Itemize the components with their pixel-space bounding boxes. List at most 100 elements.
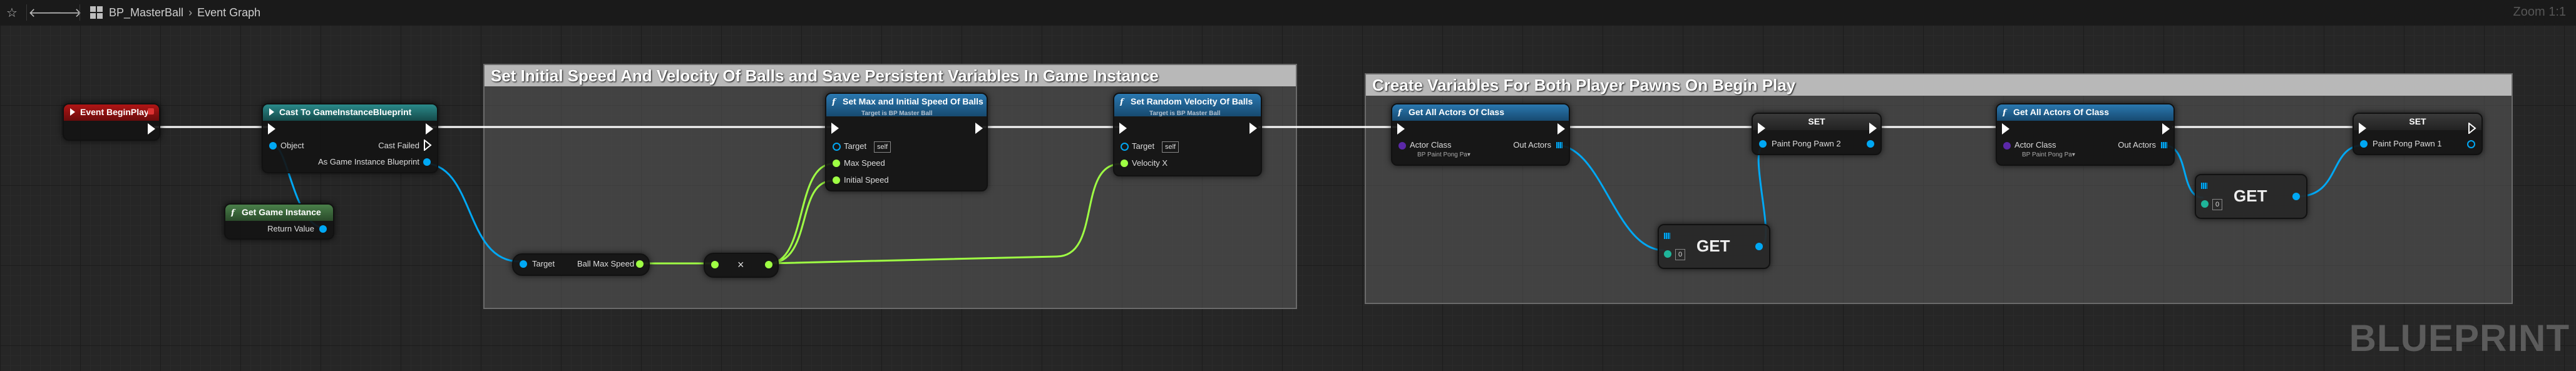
exec-out-pin[interactable] — [426, 123, 433, 135]
exec-out-pin[interactable] — [1557, 123, 1565, 135]
cast-icon — [269, 108, 274, 116]
actor-class-dropdown[interactable]: BP Paint Pong Pa▾ — [2022, 151, 2075, 158]
operator-label: × — [737, 258, 744, 271]
target-pin[interactable] — [833, 143, 841, 151]
exec-in-pin[interactable] — [1119, 123, 1127, 134]
node-title: SET — [1808, 116, 1825, 126]
index-value[interactable]: 0 — [1675, 249, 1686, 260]
index-pin[interactable] — [1664, 250, 1671, 258]
index-value[interactable]: 0 — [2212, 199, 2223, 210]
svg-text:f: f — [2002, 108, 2008, 116]
set-pawn2-node[interactable]: SET Paint Pong Pawn 2 — [1752, 113, 1882, 155]
pin-label: Max Speed — [844, 158, 885, 168]
exec-out-pin[interactable] — [2162, 123, 2170, 135]
pin-label: Object — [280, 141, 304, 150]
node-title: GET — [2234, 186, 2267, 205]
delegate-pin[interactable] — [148, 108, 154, 114]
get-game-instance-node[interactable]: f Get Game Instance Return Value — [224, 203, 334, 240]
target-pin[interactable] — [1121, 143, 1129, 151]
pawn-out-pin[interactable] — [2467, 140, 2475, 148]
float-wire — [768, 180, 833, 265]
self-value[interactable]: self — [1162, 141, 1179, 153]
svg-text:f: f — [1119, 98, 1125, 106]
pawn-in-pin[interactable] — [1759, 140, 1767, 148]
svg-text:f: f — [831, 98, 837, 106]
get-out-pin[interactable] — [1755, 243, 1763, 250]
node-title: GET — [1696, 236, 1730, 255]
pawn-out-pin[interactable] — [1867, 140, 1874, 148]
array-in-pin[interactable] — [1664, 233, 1670, 239]
get-all-actors-node-1[interactable]: f Get All Actors Of Class Actor Class BP… — [1391, 103, 1570, 166]
pawn-in-pin[interactable] — [2360, 140, 2368, 148]
pin-label: Out Actors — [1513, 140, 1551, 150]
blueprint-watermark: BLUEPRINT — [2349, 317, 2570, 359]
get-out-pin[interactable] — [2292, 193, 2300, 200]
pin-label: Cast Failed — [378, 141, 419, 150]
pin-label: Actor Class — [1410, 140, 1452, 150]
pin-label: Velocity X — [1132, 158, 1168, 168]
exec-out-pin[interactable] — [975, 123, 983, 134]
node-title: Get All Actors Of Class — [1409, 107, 1505, 117]
out-actors-array-pin[interactable] — [2161, 142, 2167, 148]
exec-in-pin[interactable] — [2359, 123, 2366, 134]
set-speed-node[interactable]: f Set Max and Initial Speed Of Balls Tar… — [825, 93, 988, 191]
set-velocity-node[interactable]: f Set Random Velocity Of Balls Target is… — [1113, 93, 1262, 176]
function-icon: f — [831, 98, 837, 106]
exec-out-pin[interactable] — [1869, 123, 1877, 134]
get-all-actors-node-2[interactable]: f Get All Actors Of Class Actor Class BP… — [1996, 103, 2175, 166]
exec-in-pin[interactable] — [831, 123, 839, 134]
actor-class-dropdown[interactable]: BP Paint Pong Pa▾ — [1417, 151, 1470, 158]
actor-class-pin[interactable] — [2003, 142, 2011, 150]
float-wire — [768, 163, 833, 265]
ball-max-speed-node[interactable]: Target Ball Max Speed — [512, 253, 650, 276]
function-icon: f — [2002, 108, 2008, 116]
multiply-out-pin[interactable] — [765, 261, 772, 268]
exec-out-pin[interactable] — [148, 123, 155, 135]
svg-text:f: f — [1397, 108, 1403, 116]
return-value-pin[interactable] — [319, 225, 327, 233]
node-title: Set Random Velocity Of Balls — [1131, 96, 1253, 106]
max-speed-pin[interactable] — [833, 160, 840, 167]
exec-in-pin[interactable] — [1397, 123, 1405, 135]
cast-node[interactable]: Cast To GameInstanceBlueprint Object Cas… — [262, 103, 438, 173]
function-icon: f — [1119, 98, 1125, 106]
pin-label: Out Actors — [2118, 140, 2156, 150]
wires-layer — [154, 126, 2364, 265]
svg-text:f: f — [230, 208, 236, 216]
multiply-in-pin[interactable] — [711, 261, 719, 268]
self-value[interactable]: self — [874, 141, 891, 153]
exec-in-pin[interactable] — [1758, 123, 1765, 134]
pin-label: Initial Speed — [844, 175, 889, 185]
array-get-node-2[interactable]: 0 GET — [2195, 174, 2307, 219]
cast-failed-pin-icon — [424, 140, 432, 151]
function-icon: f — [1397, 108, 1403, 116]
pin-label: Target — [1132, 141, 1155, 151]
as-game-instance-pin[interactable] — [423, 158, 431, 166]
node-title: Event BeginPlay — [80, 107, 149, 117]
multiply-node[interactable]: × — [704, 253, 779, 278]
event-beginplay-node[interactable]: Event BeginPlay — [63, 103, 160, 141]
array-in-pin[interactable] — [2201, 183, 2207, 189]
exec-out-pin[interactable] — [1250, 123, 1257, 134]
object-pin[interactable] — [269, 142, 277, 150]
pin-label: Target — [844, 141, 867, 151]
ball-max-speed-out-pin[interactable] — [636, 260, 644, 268]
node-title: Get All Actors Of Class — [2013, 107, 2110, 117]
target-pin[interactable] — [520, 260, 527, 268]
set-pawn1-node[interactable]: SET Paint Pong Pawn 1 — [2353, 113, 2483, 155]
initial-speed-pin[interactable] — [833, 176, 840, 184]
out-actors-array-pin[interactable] — [1556, 142, 1563, 148]
exec-in-pin[interactable] — [2002, 123, 2009, 135]
node-title: Cast To GameInstanceBlueprint — [279, 107, 412, 117]
object-wire — [423, 162, 520, 263]
pin-label: Return Value — [267, 224, 314, 233]
node-title: Set Max and Initial Speed Of Balls — [843, 96, 983, 106]
actor-class-pin[interactable] — [1398, 142, 1406, 150]
pin-label: Actor Class — [2014, 140, 2056, 150]
velocity-x-pin[interactable] — [1121, 160, 1128, 167]
function-icon: f — [230, 208, 236, 216]
index-pin[interactable] — [2201, 200, 2209, 208]
array-get-node-1[interactable]: 0 GET — [1658, 224, 1770, 269]
exec-in-pin[interactable] — [268, 123, 275, 135]
node-subtitle: Target is BP Master Ball — [1149, 110, 1221, 117]
